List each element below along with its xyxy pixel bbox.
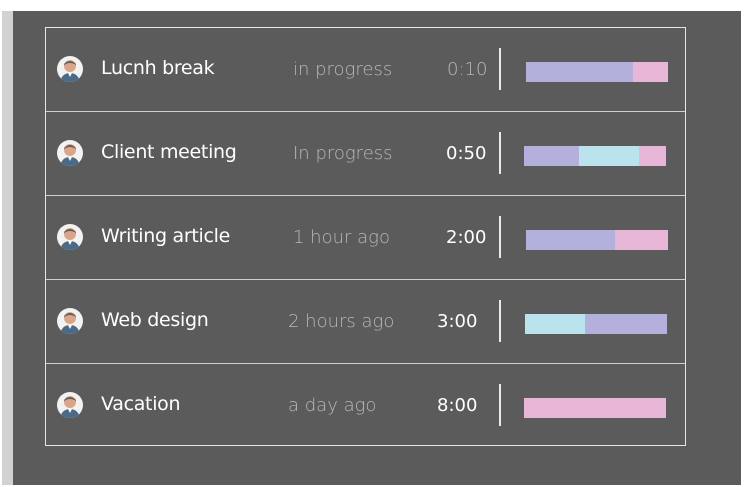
- task-status: 2 hours ago: [288, 311, 395, 332]
- row-divider: [499, 384, 501, 426]
- row-divider: [499, 132, 501, 174]
- task-status: 1 hour ago: [293, 227, 390, 248]
- avatar[interactable]: [57, 224, 83, 250]
- task-duration: 0:50: [446, 143, 487, 164]
- avatar[interactable]: [57, 308, 83, 334]
- task-row-lunch-break[interactable]: Lucnh break in progress 0:10: [46, 28, 685, 112]
- user-avatar-icon: [60, 312, 80, 334]
- task-row-vacation[interactable]: Vacation a day ago 8:00: [46, 364, 685, 448]
- progress-bar[interactable]: [526, 62, 668, 82]
- task-duration: 2:00: [446, 227, 487, 248]
- progress-bar[interactable]: [524, 146, 666, 166]
- bar-segment-cyan: [579, 146, 639, 166]
- bar-segment-lavender: [526, 62, 633, 82]
- app-canvas: Lucnh break in progress 0:10 Client meet…: [0, 0, 744, 487]
- task-row-writing-article[interactable]: Writing article 1 hour ago 2:00: [46, 196, 685, 280]
- row-divider: [499, 300, 501, 342]
- bar-segment-pink: [615, 230, 668, 250]
- user-avatar-icon: [60, 396, 80, 418]
- avatar[interactable]: [57, 140, 83, 166]
- task-title: Web design: [101, 309, 209, 331]
- bar-segment-pink: [632, 62, 668, 82]
- task-status: a day ago: [288, 395, 377, 416]
- user-avatar-icon: [60, 144, 80, 166]
- bar-segment-lavender: [524, 146, 580, 166]
- task-list: Lucnh break in progress 0:10 Client meet…: [45, 27, 686, 446]
- bar-segment-lavender: [584, 314, 667, 334]
- side-strip: [2, 11, 13, 485]
- row-divider: [499, 216, 501, 258]
- progress-bar[interactable]: [524, 398, 666, 418]
- bar-segment-cyan: [525, 314, 585, 334]
- user-avatar-icon: [60, 228, 80, 250]
- task-title: Writing article: [101, 225, 230, 247]
- progress-bar[interactable]: [526, 230, 668, 250]
- avatar[interactable]: [57, 56, 83, 82]
- task-duration: 8:00: [437, 395, 478, 416]
- avatar[interactable]: [57, 392, 83, 418]
- row-divider: [499, 48, 501, 90]
- task-duration: 0:10: [447, 59, 488, 80]
- bar-segment-pink: [639, 146, 666, 166]
- task-duration: 3:00: [437, 311, 478, 332]
- task-title: Vacation: [101, 393, 181, 415]
- user-avatar-icon: [60, 60, 80, 82]
- task-title: Client meeting: [101, 141, 237, 163]
- bar-segment-pink: [524, 398, 666, 418]
- task-status: In progress: [293, 143, 393, 164]
- task-title: Lucnh break: [101, 57, 215, 79]
- progress-bar[interactable]: [525, 314, 667, 334]
- task-row-web-design[interactable]: Web design 2 hours ago 3:00: [46, 280, 685, 364]
- bar-segment-lavender: [526, 230, 616, 250]
- task-row-client-meeting[interactable]: Client meeting In progress 0:50: [46, 112, 685, 196]
- task-status: in progress: [293, 59, 393, 80]
